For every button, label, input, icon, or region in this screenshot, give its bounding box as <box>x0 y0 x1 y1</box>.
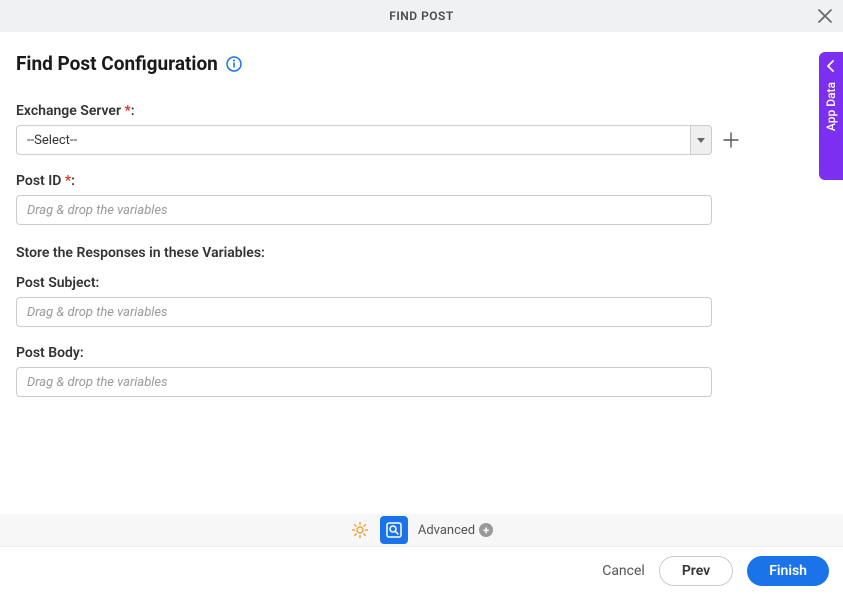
exchange-server-select[interactable]: --Select-- <box>16 125 712 155</box>
info-icon[interactable] <box>226 56 242 72</box>
post-subject-label: Post Subject: <box>16 275 827 291</box>
post-subject-input[interactable] <box>16 297 712 327</box>
post-body-input[interactable] <box>16 367 712 397</box>
responses-section-label: Store the Responses in these Variables: <box>16 245 827 261</box>
finish-button[interactable]: Finish <box>747 556 829 586</box>
dialog-body: Find Post Configuration Exchange Server … <box>0 32 843 397</box>
post-body-group: Post Body: <box>16 345 827 397</box>
advanced-label: Advanced <box>418 523 475 538</box>
prev-button[interactable]: Prev <box>659 556 733 586</box>
exchange-server-group: Exchange Server *: --Select-- <box>16 103 827 155</box>
cancel-button[interactable]: Cancel <box>602 563 645 579</box>
side-tab-label: App Data <box>824 82 838 131</box>
plus-circle-icon: + <box>479 523 493 537</box>
exchange-server-label: Exchange Server *: <box>16 103 827 119</box>
post-subject-group: Post Subject: <box>16 275 827 327</box>
gear-icon[interactable] <box>350 520 370 540</box>
post-id-group: Post ID *: <box>16 173 827 225</box>
chevron-down-icon <box>697 138 705 143</box>
close-icon[interactable] <box>817 8 833 24</box>
post-body-label: Post Body: <box>16 345 827 361</box>
post-id-input[interactable] <box>16 195 712 225</box>
select-dropdown-button[interactable] <box>690 125 712 155</box>
add-icon[interactable] <box>722 131 740 149</box>
dialog-footer: Cancel Prev Finish <box>0 546 843 594</box>
page-title: Find Post Configuration <box>16 52 218 75</box>
dialog-header: FIND POST <box>0 0 843 32</box>
post-id-label: Post ID *: <box>16 173 827 189</box>
chevron-left-icon <box>827 60 835 76</box>
advanced-button[interactable]: Advanced + <box>418 523 493 538</box>
select-value: --Select-- <box>16 125 690 155</box>
search-config-icon[interactable] <box>380 516 408 544</box>
bottom-toolbar: Advanced + <box>0 514 843 546</box>
app-data-tab[interactable]: App Data <box>819 52 843 180</box>
dialog-title: FIND POST <box>389 9 454 23</box>
